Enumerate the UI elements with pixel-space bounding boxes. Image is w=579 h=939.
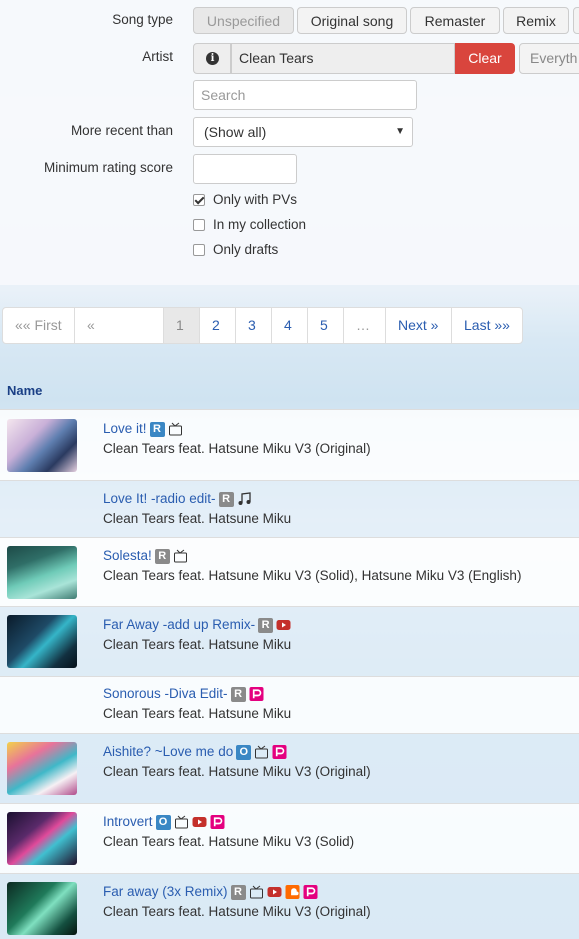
more-recent-label: More recent than (70, 123, 173, 138)
piapro-icon (303, 885, 318, 900)
in-collection-label: In my collection (213, 217, 307, 232)
song-thumbnail[interactable] (7, 742, 77, 795)
remix-badge: R (230, 686, 246, 702)
in-collection-checkbox[interactable] (193, 219, 205, 231)
song-thumbnail[interactable] (7, 812, 77, 865)
niconico-icon (174, 816, 188, 829)
piapro-icon (249, 687, 264, 702)
youtube-icon (192, 817, 207, 828)
song-type-unspecified-button[interactable]: Unspecified (193, 7, 294, 34)
more-recent-value: (Show all) (204, 124, 267, 140)
pagination: «« First « Previous 1 2 3 4 5 … Next » L… (2, 307, 523, 344)
original-badge: O (236, 744, 252, 760)
niconico-icon (255, 746, 269, 759)
song-type-remix-button[interactable]: Remix (503, 7, 569, 34)
song-thumbnail[interactable] (7, 882, 77, 935)
table-row: Love it! R Clean Tears feat. Hatsune Miku… (0, 409, 579, 480)
song-title-link[interactable]: Far Away -add up Remix- (103, 617, 255, 632)
pager-page-5[interactable]: 5 (308, 308, 344, 343)
song-artist: Clean Tears feat. Hatsune Miku (103, 706, 292, 721)
pager-page-3[interactable]: 3 (236, 308, 272, 343)
pager-first[interactable]: «« First (3, 308, 75, 343)
remix-badge: R (230, 884, 246, 900)
piapro-icon (272, 745, 287, 760)
song-artist: Clean Tears feat. Hatsune Miku V3 (Origi… (103, 764, 371, 779)
song-thumbnail[interactable] (7, 419, 77, 472)
only-pvs-checkbox[interactable] (193, 194, 205, 206)
pager-next[interactable]: Next » (386, 308, 452, 343)
dropdown-arrow-icon: ▼ (395, 126, 405, 137)
song-artist: Clean Tears feat. Hatsune Miku V3 (Solid… (103, 568, 522, 583)
song-thumbnail[interactable] (7, 546, 77, 599)
song-type-original-button[interactable]: Original song (297, 7, 407, 34)
song-title-link[interactable]: Love It! -radio edit- (103, 491, 216, 506)
niconico-icon (173, 550, 187, 563)
table-row: Aishite? ~Love me do O Clean Tears feat. … (0, 733, 579, 803)
pager-previous[interactable]: « Previous (75, 308, 164, 343)
artist-name-field: Clean Tears (231, 43, 455, 74)
only-pvs-label: Only with PVs (213, 192, 298, 207)
artist-label: Artist (142, 49, 173, 64)
table-row: Solesta! R Clean Tears feat. Hatsune Miku… (0, 537, 579, 606)
table-row: Introvert O Clean Tears feat. Hatsune Mik… (0, 803, 579, 873)
song-type-remaster-button[interactable]: Remaster (410, 7, 500, 34)
pager-page-4[interactable]: 4 (272, 308, 308, 343)
niconico-icon (249, 886, 263, 899)
song-title-link[interactable]: Love it! (103, 421, 147, 436)
song-title-link[interactable]: Introvert (103, 814, 153, 829)
song-type-label: Song type (112, 12, 173, 27)
min-rating-input[interactable] (193, 154, 297, 184)
clear-artist-button[interactable]: Clear (455, 43, 515, 74)
song-title-link[interactable]: Aishite? ~Love me do (103, 744, 233, 759)
table-row: Far Away -add up Remix- R Clean Tears fea… (0, 606, 579, 676)
song-title-link[interactable]: Far away (3x Remix) (103, 884, 228, 899)
min-rating-label: Minimum rating score (43, 160, 173, 175)
only-drafts-label: Only drafts (213, 242, 279, 257)
remix-badge: R (149, 421, 165, 437)
music-note-icon (238, 492, 251, 506)
song-artist: Clean Tears feat. Hatsune Miku (103, 511, 292, 526)
pager-ellipsis: … (344, 308, 386, 343)
pager-page-1[interactable]: 1 (164, 308, 200, 343)
pager-page-2[interactable]: 2 (200, 308, 236, 343)
soundcloud-icon (285, 885, 300, 900)
song-artist: Clean Tears feat. Hatsune Miku V3 (Origi… (103, 904, 371, 919)
everything-button[interactable]: Everyth (519, 43, 579, 74)
name-column-header[interactable]: Name (7, 383, 42, 398)
song-type-more-button[interactable] (573, 7, 579, 34)
pager-last[interactable]: Last »» (452, 308, 522, 343)
youtube-icon (276, 620, 291, 631)
table-row: Sonorous -Diva Edit- R Clean Tears feat. … (0, 676, 579, 733)
more-recent-select[interactable]: (Show all) ▼ (193, 117, 413, 147)
search-filters-panel: Song type Unspecified Original song Rema… (0, 0, 579, 285)
remix-badge: R (258, 617, 274, 633)
song-title-link[interactable]: Sonorous -Diva Edit- (103, 686, 228, 701)
niconico-icon (168, 423, 182, 436)
artist-info-button[interactable]: i (193, 43, 231, 74)
info-icon: i (206, 52, 219, 65)
table-row: Love It! -radio edit- R Clean Tears feat.… (0, 480, 579, 537)
song-artist: Clean Tears feat. Hatsune Miku V3 (Origi… (103, 441, 371, 456)
song-artist: Clean Tears feat. Hatsune Miku (103, 637, 292, 652)
only-drafts-checkbox[interactable] (193, 244, 205, 256)
remix-badge: R (154, 548, 170, 564)
remix-badge: R (218, 491, 234, 507)
search-input[interactable]: Search (193, 80, 417, 110)
song-title-link[interactable]: Solesta! (103, 548, 152, 563)
table-row: Far away (3x Remix) R Clean Tears feat. H… (0, 873, 579, 939)
youtube-icon (267, 887, 282, 898)
song-artist: Clean Tears feat. Hatsune Miku V3 (Solid… (103, 834, 355, 849)
song-thumbnail[interactable] (7, 615, 77, 668)
original-badge: O (155, 814, 171, 830)
piapro-icon (210, 815, 225, 830)
